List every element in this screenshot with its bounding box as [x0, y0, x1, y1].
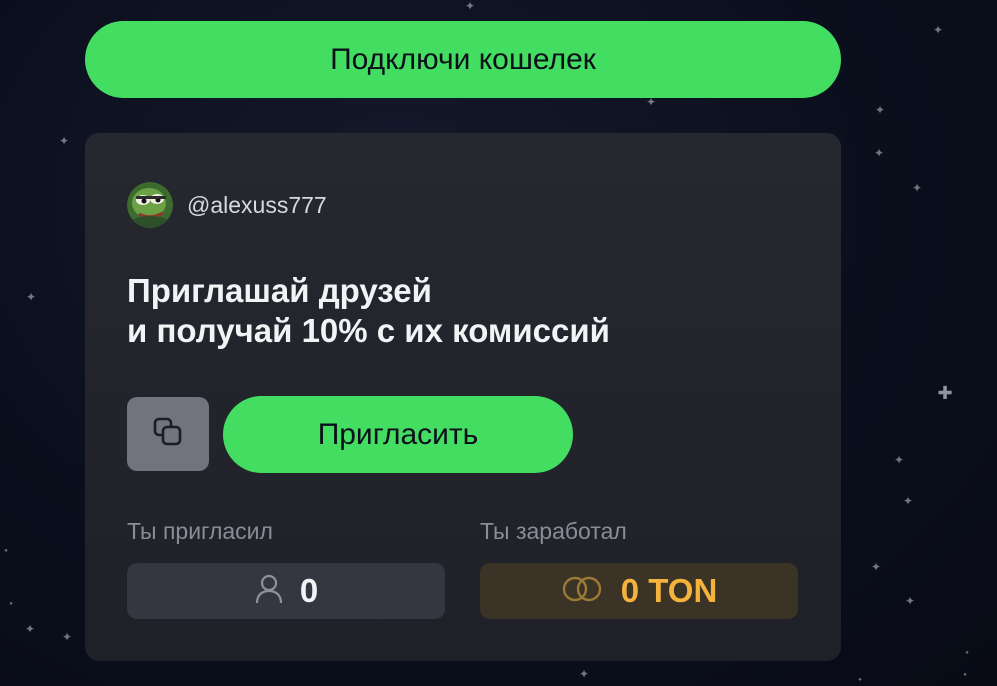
sparkle-star-icon: ● — [858, 677, 862, 683]
sparkle-star-icon: ✦ — [24, 622, 36, 636]
sparkle-star-icon: ✦ — [902, 494, 914, 508]
sparkle-star-icon: ✦ — [25, 290, 37, 304]
sparkle-star-icon: ✦ — [893, 453, 905, 467]
invited-count-box: 0 — [127, 563, 445, 619]
user-row: @alexuss777 — [127, 182, 327, 228]
sparkle-star-icon: ✦ — [904, 594, 916, 608]
sparkle-star-icon: ● — [963, 672, 967, 678]
sparkle-star-icon: ● — [4, 548, 8, 554]
sparkle-star-icon: ✦ — [911, 181, 923, 195]
referral-headline: Приглашай друзей и получай 10% с их коми… — [127, 271, 610, 351]
copy-icon — [151, 415, 185, 454]
sparkle-star-icon: ● — [9, 601, 13, 607]
pepe-avatar-icon — [127, 182, 173, 228]
earned-value: 0 TON — [620, 572, 718, 609]
earned-value-box: 0 TON — [480, 563, 798, 619]
sparkle-star-icon: ● — [965, 650, 969, 656]
headline-line-1: Приглашай друзей — [127, 272, 432, 309]
sparkle-star-icon: ✦ — [578, 667, 590, 681]
copy-link-button[interactable] — [127, 397, 209, 471]
headline-line-2: и получай 10% с их комиссий — [127, 312, 610, 349]
invited-label: Ты пригласил — [127, 518, 273, 544]
invited-count: 0 — [299, 572, 319, 609]
sparkle-star-icon: ✦ — [61, 630, 73, 644]
sparkle-star-icon: ✚ — [937, 383, 953, 403]
sparkle-star-icon: ✦ — [874, 103, 886, 117]
invite-button[interactable]: Пригласить — [223, 396, 573, 473]
referral-card: @alexuss777 Приглашай друзей и получай 1… — [85, 133, 841, 661]
sparkle-star-icon: ✦ — [932, 23, 944, 37]
connect-wallet-button[interactable]: Подключи кошелек — [85, 21, 841, 98]
sparkle-star-icon: ✦ — [870, 560, 882, 574]
sparkle-star-icon: ✦ — [873, 146, 885, 160]
username: @alexuss777 — [187, 191, 327, 218]
coins-icon — [561, 574, 605, 609]
sparkle-star-icon: ✦ — [58, 134, 70, 148]
earned-label: Ты заработал — [480, 518, 627, 544]
sparkle-star-icon: ✦ — [464, 0, 476, 13]
person-icon — [254, 573, 284, 610]
